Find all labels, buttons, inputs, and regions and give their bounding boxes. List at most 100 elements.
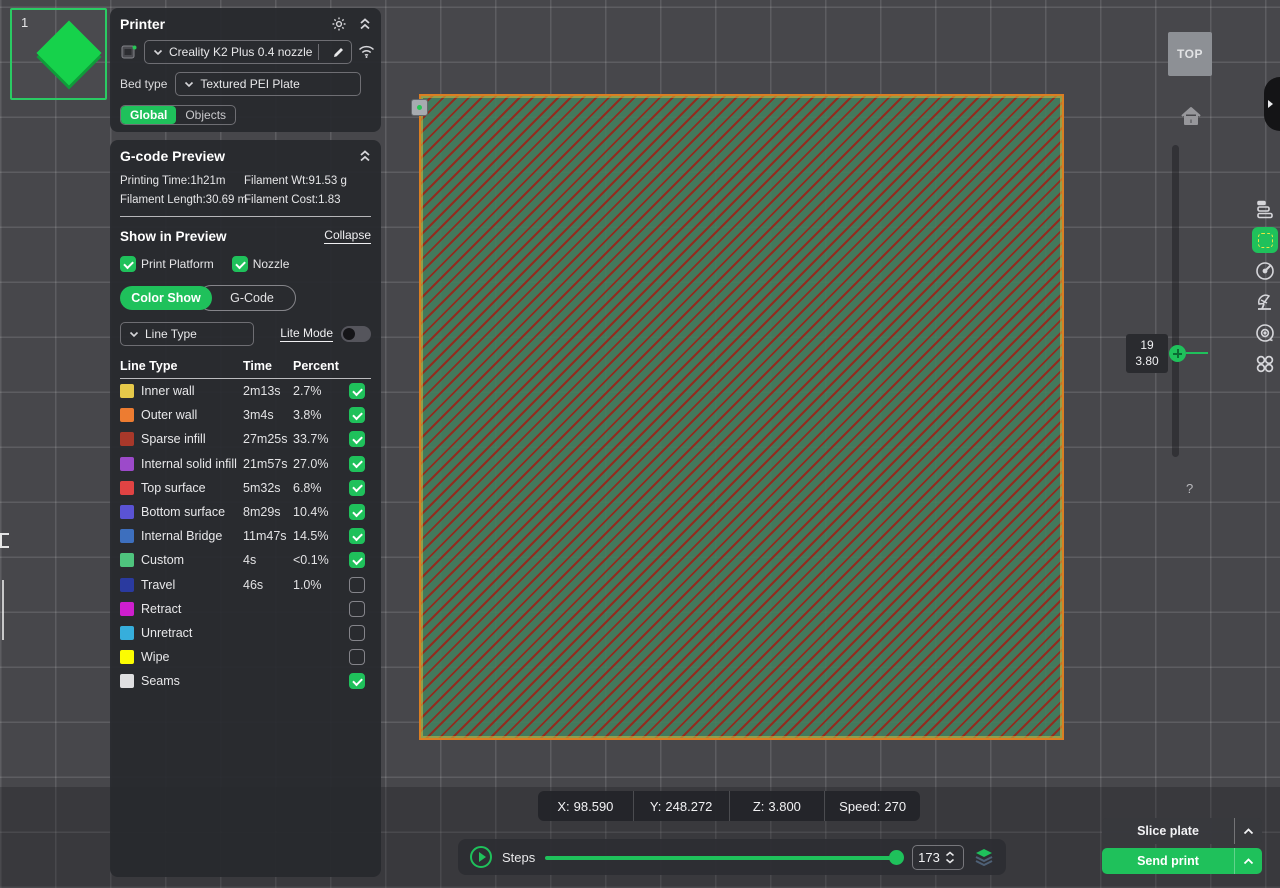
steps-slider-handle[interactable] <box>889 850 904 865</box>
plate-view-icon[interactable] <box>1252 227 1278 253</box>
line-type-checkbox[interactable] <box>349 528 365 544</box>
line-type-label: Bottom surface <box>141 505 243 519</box>
viewport-3d[interactable]: TOP <box>0 0 1280 888</box>
edit-printer-pencil-icon[interactable] <box>325 46 351 59</box>
sliced-model-top-view[interactable] <box>419 94 1064 740</box>
home-view-icon[interactable] <box>1179 105 1203 127</box>
line-type-select-value: Line Type <box>145 327 245 341</box>
show-in-preview-title: Show in Preview <box>120 229 227 244</box>
line-type-checkbox[interactable] <box>349 431 365 447</box>
slice-plate-label: Slice plate <box>1102 824 1234 838</box>
printer-panel-collapse-icon[interactable] <box>359 17 371 31</box>
model-thumbnail-diamond <box>36 20 101 85</box>
play-button[interactable] <box>470 846 492 868</box>
printer-device-icon <box>120 43 138 61</box>
line-type-row: Bottom surface 8m29s 10.4% <box>120 500 371 524</box>
line-type-checkbox[interactable] <box>349 625 365 641</box>
send-print-label: Send print <box>1102 854 1234 868</box>
bed-type-select[interactable]: Textured PEI Plate <box>175 72 361 96</box>
gcode-panel-title: G-code Preview <box>120 148 225 164</box>
line-type-percent: 2.7% <box>293 384 349 398</box>
layer-number: 19 <box>1140 338 1153 354</box>
print-platform-checkbox-item[interactable]: Print Platform <box>120 256 214 272</box>
plate-thumbnail[interactable]: 1 <box>10 8 107 100</box>
chevron-down-icon <box>153 49 163 56</box>
line-type-checkbox[interactable] <box>349 383 365 399</box>
status-speed: Speed:270 <box>824 791 920 821</box>
steps-spinner[interactable] <box>945 851 955 864</box>
radar-dish-icon[interactable] <box>1252 289 1278 315</box>
right-panel-expand-handle[interactable] <box>1264 77 1280 131</box>
scope-tabs: Global Objects <box>120 105 236 125</box>
steps-list-icon[interactable] <box>1252 196 1278 222</box>
line-type-color-swatch <box>120 602 134 616</box>
line-type-checkbox[interactable] <box>349 504 365 520</box>
wifi-icon[interactable] <box>358 45 375 59</box>
apps-clover-icon[interactable] <box>1252 351 1278 377</box>
gcode-button[interactable]: G-Code <box>198 285 296 311</box>
steps-slider-track[interactable] <box>545 856 902 860</box>
nozzle-checkbox[interactable] <box>232 256 248 272</box>
layer-tooltip: 19 3.80 <box>1126 334 1168 373</box>
line-type-percent: 1.0% <box>293 578 349 592</box>
line-type-time: 4s <box>243 553 293 567</box>
line-type-checkbox[interactable] <box>349 577 365 593</box>
speed-gauge-icon[interactable] <box>1252 258 1278 284</box>
nozzle-label: Nozzle <box>253 257 290 271</box>
line-type-row: Custom 4s <0.1% <box>120 548 371 572</box>
nozzle-checkbox-item[interactable]: Nozzle <box>232 256 290 272</box>
slice-options-chevron[interactable] <box>1234 818 1262 844</box>
line-type-checkbox[interactable] <box>349 649 365 665</box>
line-type-time: 5m32s <box>243 481 293 495</box>
gcode-preview-panel: G-code Preview Printing Time:1h21m Filam… <box>110 140 381 877</box>
layer-slider-track[interactable] <box>1172 145 1179 457</box>
line-type-color-swatch <box>120 553 134 567</box>
line-type-checkbox[interactable] <box>349 407 365 423</box>
line-type-time: 11m47s <box>243 529 293 543</box>
printer-select[interactable]: Creality K2 Plus 0.4 nozzle <box>144 40 352 64</box>
send-options-chevron[interactable] <box>1234 848 1262 874</box>
line-type-label: Internal solid infill <box>141 457 243 471</box>
send-print-button[interactable]: Send print <box>1102 848 1262 874</box>
layer-slider-line <box>1186 352 1208 354</box>
color-show-button[interactable]: Color Show <box>120 286 212 310</box>
steps-slider[interactable] <box>545 850 902 864</box>
lite-mode-toggle[interactable] <box>341 326 371 342</box>
steps-input[interactable] <box>913 850 945 865</box>
line-type-label: Retract <box>141 602 243 616</box>
header-time: Time <box>243 359 293 373</box>
help-question-mark[interactable]: ? <box>1186 481 1193 496</box>
toggle-knob <box>343 328 355 340</box>
collapse-link[interactable]: Collapse <box>324 228 371 244</box>
spinner-up-icon <box>945 851 955 857</box>
line-type-select[interactable]: Line Type <box>120 322 254 346</box>
line-type-checkbox[interactable] <box>349 456 365 472</box>
line-type-row: Wipe <box>120 645 371 669</box>
line-type-table-header: Line Type Time Percent <box>120 356 371 376</box>
line-type-checkbox[interactable] <box>349 552 365 568</box>
line-type-checkbox[interactable] <box>349 601 365 617</box>
status-z: Z:3.800 <box>729 791 825 821</box>
printer-select-value: Creality K2 Plus 0.4 nozzle <box>169 45 312 59</box>
model-corner-badge[interactable] <box>411 99 428 116</box>
layer-slider-handle[interactable] <box>1169 345 1186 362</box>
line-type-checkbox[interactable] <box>349 480 365 496</box>
steps-label: Steps <box>502 850 535 865</box>
tab-global[interactable]: Global <box>121 106 176 124</box>
gcode-panel-collapse-icon[interactable] <box>359 149 371 163</box>
line-type-color-swatch <box>120 457 134 471</box>
tab-objects[interactable]: Objects <box>176 106 235 124</box>
slice-plate-button[interactable]: Slice plate <box>1102 818 1262 844</box>
line-type-color-swatch <box>120 384 134 398</box>
line-type-checkbox[interactable] <box>349 673 365 689</box>
print-platform-checkbox[interactable] <box>120 256 136 272</box>
aperture-icon[interactable] <box>1252 320 1278 346</box>
line-type-time: 27m25s <box>243 432 293 446</box>
view-cube-top[interactable]: TOP <box>1168 32 1212 76</box>
line-type-row: Unretract <box>120 621 371 645</box>
section-divider <box>120 216 371 217</box>
layers-view-icon[interactable] <box>974 848 994 866</box>
printer-settings-gear-icon[interactable] <box>331 16 347 32</box>
chevron-down-icon <box>184 81 194 88</box>
line-type-label: Outer wall <box>141 408 243 422</box>
